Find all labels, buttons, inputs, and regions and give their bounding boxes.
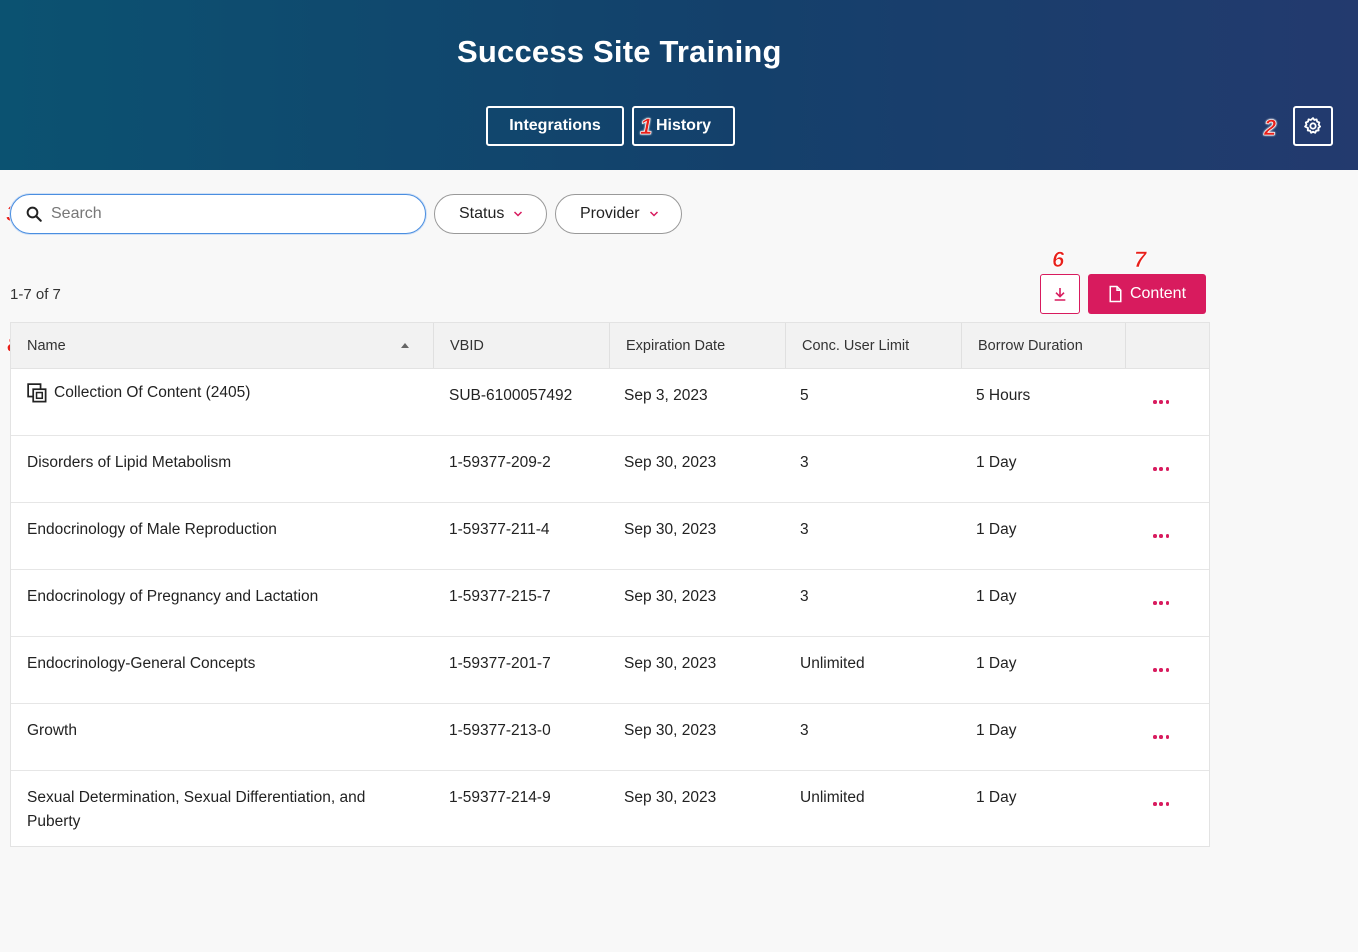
download-icon <box>1054 288 1066 301</box>
annotation-marker-7: 7 <box>1134 247 1147 272</box>
add-content-label: Content <box>1129 285 1187 302</box>
table-row[interactable]: Sexual Determination, Sexual Differentia… <box>11 771 1209 846</box>
vbid-cell: 1-59377-213-0 <box>449 722 551 739</box>
user-limit-cell: 3 <box>800 588 809 605</box>
column-header-conc-user-limit[interactable]: Conc. User Limit <box>785 323 961 368</box>
more-horizontal-icon[interactable] <box>1150 659 1172 681</box>
more-horizontal-icon[interactable] <box>1150 525 1172 547</box>
document-icon <box>1109 285 1122 303</box>
vbid-cell: 1-59377-209-2 <box>449 454 551 471</box>
more-horizontal-icon[interactable] <box>1150 391 1172 413</box>
borrow-duration-cell: 1 Day <box>976 789 1017 806</box>
borrow-duration-cell: 1 Day <box>976 521 1017 538</box>
expiration-cell: Sep 3, 2023 <box>624 387 708 404</box>
vbid-cell: 1-59377-215-7 <box>449 588 551 605</box>
search-icon <box>26 206 42 222</box>
download-button[interactable] <box>1040 274 1080 314</box>
content-table: Name VBID Expiration Date Conc. User Lim… <box>10 322 1210 847</box>
vbid-cell: 1-59377-201-7 <box>449 655 551 672</box>
table-header: Name VBID Expiration Date Conc. User Lim… <box>11 323 1209 369</box>
results-count: 1-7 of 7 <box>10 286 61 303</box>
table-row[interactable]: Disorders of Lipid Metabolism 1-59377-20… <box>11 436 1209 503</box>
integrations-button[interactable]: Integrations <box>486 106 624 146</box>
annotation-marker-2: 2 <box>1264 115 1277 140</box>
more-horizontal-icon[interactable] <box>1150 592 1172 614</box>
provider-filter-label: Provider <box>580 205 640 222</box>
vbid-cell: SUB-6100057492 <box>449 387 573 404</box>
user-limit-cell: 3 <box>800 521 809 538</box>
more-horizontal-icon[interactable] <box>1150 726 1172 748</box>
annotation-marker-6: 6 <box>1052 247 1065 272</box>
borrow-duration-cell: 5 Hours <box>976 387 1031 404</box>
expiration-cell: Sep 30, 2023 <box>624 454 717 471</box>
column-header-expiration-date[interactable]: Expiration Date <box>609 323 785 368</box>
sort-asc-icon <box>401 343 409 348</box>
status-filter-label: Status <box>459 205 505 222</box>
borrow-duration-cell: 1 Day <box>976 588 1017 605</box>
user-limit-cell: 3 <box>800 722 809 739</box>
borrow-duration-cell: 1 Day <box>976 722 1017 739</box>
expiration-cell: Sep 30, 2023 <box>624 655 717 672</box>
status-filter[interactable]: Status <box>434 194 547 234</box>
table-row[interactable]: Endocrinology of Male Reproduction 1-593… <box>11 503 1209 570</box>
name-cell: Sexual Determination, Sexual Differentia… <box>27 789 366 830</box>
app-header: Success Site Training Integrations Histo… <box>0 0 1358 170</box>
name-cell: Growth <box>27 722 77 739</box>
search-input[interactable] <box>51 205 391 223</box>
column-header-name[interactable]: Name <box>11 323 433 368</box>
expiration-cell: Sep 30, 2023 <box>624 722 717 739</box>
user-limit-cell: Unlimited <box>800 655 865 672</box>
name-cell: Collection Of Content (2405) <box>27 381 250 405</box>
borrow-duration-cell: 1 Day <box>976 655 1017 672</box>
column-header-actions <box>1125 323 1209 368</box>
name-cell: Endocrinology of Pregnancy and Lactation <box>27 588 319 605</box>
gear-icon <box>1304 117 1321 134</box>
table-row[interactable]: Endocrinology-General Concepts 1-59377-2… <box>11 637 1209 704</box>
provider-filter[interactable]: Provider <box>555 194 682 234</box>
user-limit-cell: Unlimited <box>800 789 865 806</box>
search-box <box>10 194 426 234</box>
collection-icon <box>27 382 47 402</box>
borrow-duration-cell: 1 Day <box>976 454 1017 471</box>
more-horizontal-icon[interactable] <box>1150 793 1172 815</box>
user-limit-cell: 5 <box>800 387 809 404</box>
name-cell: Endocrinology of Male Reproduction <box>27 521 277 538</box>
expiration-cell: Sep 30, 2023 <box>624 789 717 806</box>
more-horizontal-icon[interactable] <box>1150 458 1172 480</box>
chevron-down-icon <box>512 208 524 220</box>
name-cell: Endocrinology-General Concepts <box>27 655 256 672</box>
user-limit-cell: 3 <box>800 454 809 471</box>
table-row[interactable]: Growth 1-59377-213-0 Sep 30, 2023 3 1 Da… <box>11 704 1209 771</box>
expiration-cell: Sep 30, 2023 <box>624 588 717 605</box>
name-cell: Disorders of Lipid Metabolism <box>27 454 232 471</box>
settings-button[interactable] <box>1293 106 1333 146</box>
vbid-cell: 1-59377-211-4 <box>449 521 550 538</box>
table-row[interactable]: Endocrinology of Pregnancy and Lactation… <box>11 570 1209 637</box>
vbid-cell: 1-59377-214-9 <box>449 789 551 806</box>
page-title: Success Site Training <box>457 34 782 69</box>
expiration-cell: Sep 30, 2023 <box>624 521 717 538</box>
table-row[interactable]: Collection Of Content (2405) SUB-6100057… <box>11 369 1209 436</box>
add-content-button[interactable]: Content <box>1088 274 1206 314</box>
annotation-marker-1: 1 <box>640 114 653 139</box>
column-header-borrow-duration[interactable]: Borrow Duration <box>961 323 1125 368</box>
column-header-vbid[interactable]: VBID <box>433 323 609 368</box>
chevron-down-icon <box>648 208 660 220</box>
